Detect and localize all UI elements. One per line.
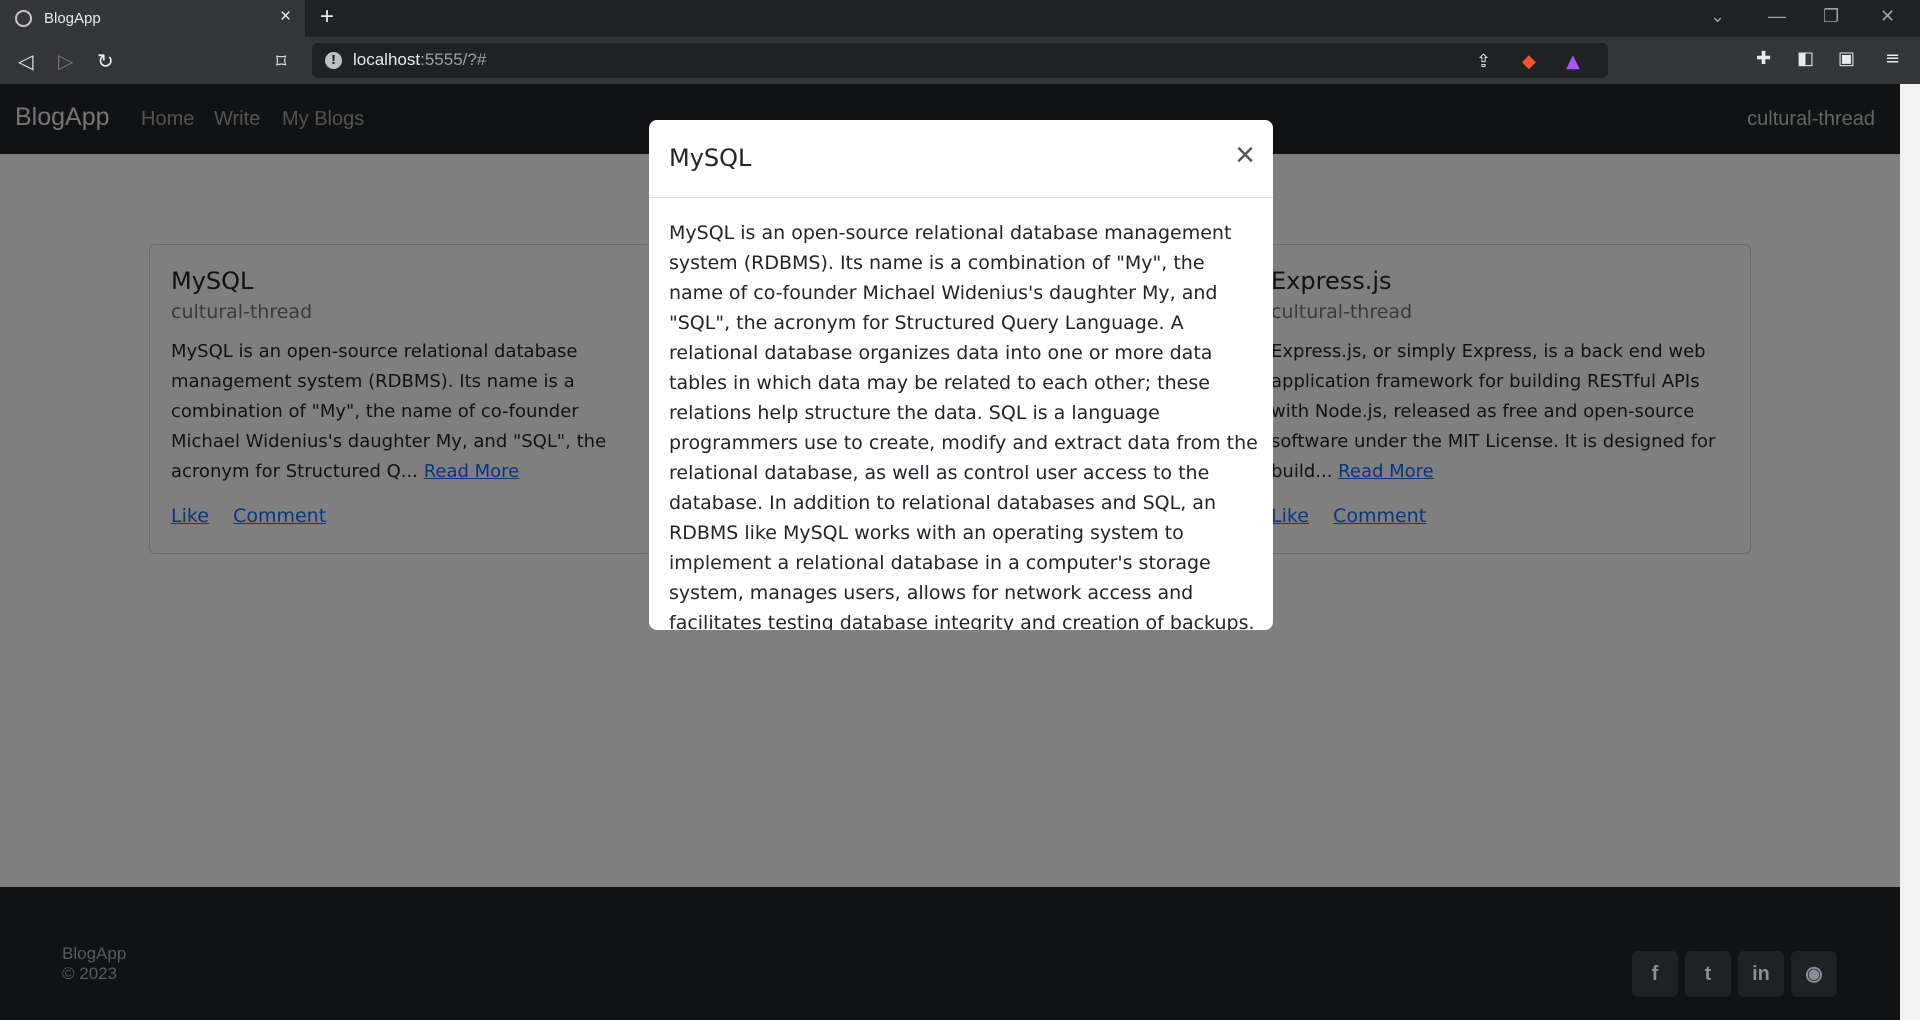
restore-icon[interactable]: ❐ [1823,6,1839,27]
wallet-icon[interactable]: ▣ [1838,48,1855,69]
footer-copyright: BlogApp © 2023 [62,944,127,983]
extensions-icon[interactable]: ✚ [1756,48,1771,69]
blog-modal: MySQL × MySQL is an open-source relation… [649,120,1273,630]
address-bar[interactable]: ! localhost:5555/?# ⇪ ◆ ▲ [312,43,1608,78]
share-icon[interactable]: ⇪ [1476,51,1491,72]
linkedin-icon[interactable]: in [1738,951,1784,997]
tab-search-icon[interactable]: ⌄ [1710,6,1725,27]
reload-icon[interactable]: ↻ [97,49,114,73]
minimize-icon[interactable]: — [1768,6,1786,27]
modal-header: MySQL × [649,120,1273,198]
tab-close-icon[interactable]: × [280,6,291,28]
bookmark-icon[interactable]: ⌑ [276,49,286,73]
sidebar-icon[interactable]: ◧ [1797,48,1814,69]
site-info-icon[interactable]: ! [325,52,342,69]
url-text[interactable]: localhost:5555/?# [353,50,486,70]
close-icon[interactable]: × [1235,136,1255,175]
tab-strip: BlogApp × + ⌄ — ❐ ✕ [0,0,1920,37]
scrollbar[interactable] [1900,84,1920,1020]
new-tab-button[interactable]: + [320,3,334,31]
browser-toolbar: ◁ ▷ ↻ ⌑ ! localhost:5555/?# ⇪ ◆ ▲ ✚ ◧ ▣ … [0,37,1920,84]
forward-icon[interactable]: ▷ [58,49,73,73]
brave-rewards-icon[interactable]: ▲ [1566,51,1580,72]
github-icon[interactable]: ◉ [1791,951,1837,997]
brave-shields-icon[interactable]: ◆ [1522,51,1536,72]
tab-title: BlogApp [44,10,101,27]
browser-chrome: BlogApp × + ⌄ — ❐ ✕ ◁ ▷ ↻ ⌑ ! localhost:… [0,0,1920,84]
window-close-icon[interactable]: ✕ [1880,6,1895,27]
twitter-icon[interactable]: t [1685,951,1731,997]
modal-title: MySQL [669,144,752,172]
web-page: BlogApp Home Write My Blogs cultural-thr… [0,84,1900,1020]
browser-tab[interactable]: BlogApp × [0,0,305,37]
globe-icon [15,10,32,27]
modal-body: MySQL is an open-source relational datab… [669,222,1258,630]
back-icon[interactable]: ◁ [18,49,33,73]
menu-icon[interactable]: ≡ [1885,48,1900,69]
facebook-icon[interactable]: f [1632,951,1678,997]
